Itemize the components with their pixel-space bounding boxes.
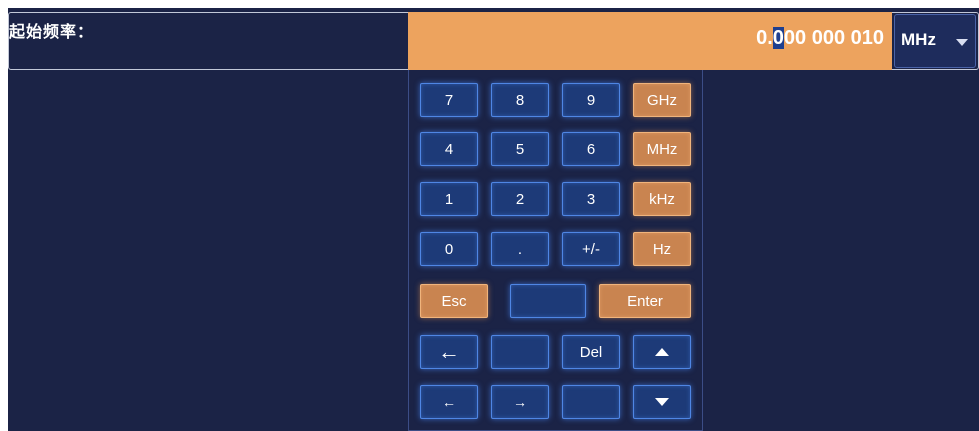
key-6[interactable]: 6 — [562, 132, 620, 166]
key-decimal[interactable]: . — [491, 232, 549, 266]
chevron-down-icon — [956, 39, 968, 46]
value-suffix: 00 000 010 — [783, 27, 884, 49]
key-ghz[interactable]: GHz — [633, 83, 691, 117]
frequency-value: 0.000 000 010 — [756, 27, 884, 50]
key-2[interactable]: 2 — [491, 182, 549, 216]
key-khz[interactable]: kHz — [633, 182, 691, 216]
blank-key[interactable] — [510, 284, 586, 318]
cursor-left-button[interactable]: ← — [420, 385, 478, 419]
key-8[interactable]: 8 — [491, 83, 549, 117]
key-plus-minus[interactable]: +/- — [562, 232, 620, 266]
triangle-up-icon — [655, 348, 669, 356]
down-button[interactable] — [633, 385, 691, 419]
backspace-button[interactable]: ← — [420, 335, 478, 369]
cursor-right-button[interactable]: → — [491, 385, 549, 419]
blank-key[interactable] — [562, 385, 620, 419]
unit-dropdown-label: MHz — [901, 30, 936, 49]
backspace-arrow-icon: ← — [438, 339, 460, 364]
key-7[interactable]: 7 — [420, 83, 478, 117]
arrow-right-icon: → — [513, 394, 527, 410]
key-0[interactable]: 0 — [420, 232, 478, 266]
key-1[interactable]: 1 — [420, 182, 478, 216]
key-hz[interactable]: Hz — [633, 232, 691, 266]
numeric-keypad: 7 8 9 GHz 4 5 6 MHz 1 2 3 kHz 0 . +/- Hz… — [408, 70, 703, 431]
blank-key[interactable] — [491, 335, 549, 369]
esc-button[interactable]: Esc — [420, 284, 488, 318]
key-5[interactable]: 5 — [491, 132, 549, 166]
enter-button[interactable]: Enter — [599, 284, 691, 318]
key-4[interactable]: 4 — [420, 132, 478, 166]
arrow-left-icon: ← — [442, 394, 456, 410]
triangle-down-icon — [655, 398, 669, 406]
value-prefix: 0. — [756, 27, 773, 49]
key-9[interactable]: 9 — [562, 83, 620, 117]
edit-cursor: 0 — [772, 27, 784, 49]
start-frequency-label: 起始频率： — [9, 24, 95, 41]
key-3[interactable]: 3 — [562, 182, 620, 216]
start-frequency-input[interactable]: 0.000 000 010 — [408, 12, 892, 70]
unit-dropdown[interactable]: MHz — [894, 14, 976, 68]
key-mhz[interactable]: MHz — [633, 132, 691, 166]
del-button[interactable]: Del — [562, 335, 620, 369]
up-button[interactable] — [633, 335, 691, 369]
